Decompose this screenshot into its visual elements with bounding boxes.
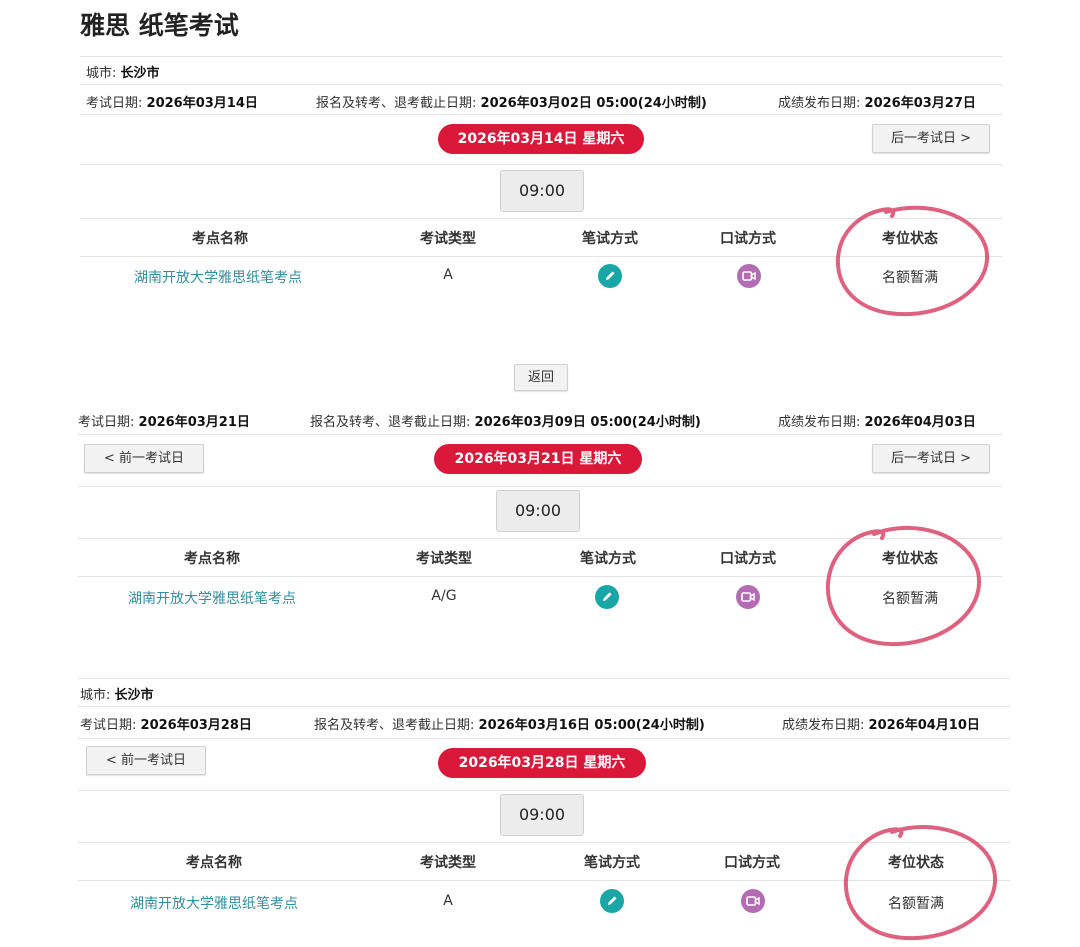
col-status-header: 考位状态 bbox=[888, 855, 944, 871]
result-date-label: 成绩发布日期: bbox=[782, 718, 865, 733]
deadline-label: 报名及转考、退考截止日期: bbox=[310, 415, 471, 430]
deadline-value: 2026年03月09日 05:00(24小时制) bbox=[474, 415, 701, 430]
back-button[interactable]: 返回 bbox=[514, 364, 568, 391]
result-date-label: 成绩发布日期: bbox=[778, 415, 861, 430]
col-venue-header: 考点名称 bbox=[192, 231, 248, 247]
deadline-value: 2026年03月16日 05:00(24小时制) bbox=[478, 718, 705, 733]
col-type-header: 考试类型 bbox=[420, 231, 476, 247]
video-camera-icon bbox=[741, 889, 765, 913]
exam-type-value: A/G bbox=[431, 588, 457, 604]
venue-link[interactable]: 湖南开放大学雅思纸笔考点 bbox=[118, 267, 318, 287]
time-slot-button[interactable]: 09:00 bbox=[500, 170, 584, 212]
venue-link[interactable]: 湖南开放大学雅思纸笔考点 bbox=[112, 588, 312, 608]
next-exam-day-button[interactable]: 后一考试日 > bbox=[872, 444, 990, 473]
exam-date-value: 2026年03月28日 bbox=[140, 718, 252, 733]
deadline-value: 2026年03月02日 05:00(24小时制) bbox=[480, 96, 707, 111]
col-written-header: 笔试方式 bbox=[580, 551, 636, 567]
page-title: 雅思 纸笔考试 bbox=[80, 11, 239, 40]
deadline-label: 报名及转考、退考截止日期: bbox=[316, 96, 477, 111]
exam-date-label: 考试日期: bbox=[80, 718, 137, 733]
result-date-info: 成绩发布日期: 2026年03月27日 bbox=[778, 92, 976, 111]
next-exam-day-button[interactable]: 后一考试日 > bbox=[872, 124, 990, 153]
city-row: 城市: 长沙市 bbox=[86, 62, 160, 81]
col-venue-header: 考点名称 bbox=[186, 855, 242, 871]
seat-status-value: 名额暂满 bbox=[882, 270, 938, 286]
deadline-info: 报名及转考、退考截止日期: 2026年03月09日 05:00(24小时制) bbox=[310, 411, 701, 430]
col-venue-header: 考点名称 bbox=[184, 551, 240, 567]
seat-status-value: 名额暂满 bbox=[888, 896, 944, 912]
col-type-header: 考试类型 bbox=[420, 855, 476, 871]
venue-link[interactable]: 湖南开放大学雅思纸笔考点 bbox=[114, 893, 314, 913]
exam-date-info: 考试日期: 2026年03月14日 bbox=[86, 92, 258, 111]
prev-exam-day-button[interactable]: < 前一考试日 bbox=[84, 444, 204, 473]
exam-date-info: 考试日期: 2026年03月21日 bbox=[78, 411, 250, 430]
col-type-header: 考试类型 bbox=[416, 551, 472, 567]
video-camera-icon bbox=[737, 264, 761, 288]
result-date-label: 成绩发布日期: bbox=[778, 96, 861, 111]
deadline-info: 报名及转考、退考截止日期: 2026年03月16日 05:00(24小时制) bbox=[314, 714, 705, 733]
col-written-header: 笔试方式 bbox=[582, 231, 638, 247]
exam-day-badge: 2026年03月28日 星期六 bbox=[438, 748, 646, 778]
city-value: 长沙市 bbox=[120, 66, 160, 81]
col-speaking-header: 口试方式 bbox=[720, 231, 776, 247]
exam-date-value: 2026年03月21日 bbox=[138, 415, 250, 430]
time-slot-button[interactable]: 09:00 bbox=[500, 794, 584, 836]
pencil-icon bbox=[598, 264, 622, 288]
deadline-info: 报名及转考、退考截止日期: 2026年03月02日 05:00(24小时制) bbox=[316, 92, 707, 111]
deadline-label: 报名及转考、退考截止日期: bbox=[314, 718, 475, 733]
circle-annotation bbox=[835, 205, 990, 317]
pencil-icon bbox=[595, 585, 619, 609]
result-date-value: 2026年04月10日 bbox=[868, 718, 980, 733]
col-written-header: 笔试方式 bbox=[584, 855, 640, 871]
exam-day-badge: 2026年03月21日 星期六 bbox=[434, 444, 642, 474]
pencil-icon bbox=[600, 889, 624, 913]
exam-date-label: 考试日期: bbox=[78, 415, 135, 430]
city-row: 城市: 长沙市 bbox=[80, 684, 154, 703]
result-date-info: 成绩发布日期: 2026年04月10日 bbox=[782, 714, 980, 733]
seat-status-value: 名额暂满 bbox=[882, 591, 938, 607]
city-label: 城市: bbox=[80, 688, 111, 703]
col-speaking-header: 口试方式 bbox=[720, 551, 776, 567]
exam-type-value: A bbox=[443, 893, 453, 909]
circle-annotation bbox=[825, 525, 982, 647]
exam-day-badge: 2026年03月14日 星期六 bbox=[438, 124, 644, 154]
result-date-info: 成绩发布日期: 2026年04月03日 bbox=[778, 411, 976, 430]
time-slot-button[interactable]: 09:00 bbox=[496, 490, 580, 532]
city-label: 城市: bbox=[86, 66, 117, 81]
exam-date-info: 考试日期: 2026年03月28日 bbox=[80, 714, 252, 733]
city-value: 长沙市 bbox=[114, 688, 154, 703]
exam-type-value: A bbox=[443, 267, 453, 283]
col-status-header: 考位状态 bbox=[882, 231, 938, 247]
prev-exam-day-button[interactable]: < 前一考试日 bbox=[86, 746, 206, 775]
col-status-header: 考位状态 bbox=[882, 551, 938, 567]
video-camera-icon bbox=[736, 585, 760, 609]
result-date-value: 2026年04月03日 bbox=[864, 415, 976, 430]
exam-date-value: 2026年03月14日 bbox=[146, 96, 258, 111]
exam-date-label: 考试日期: bbox=[86, 96, 143, 111]
result-date-value: 2026年03月27日 bbox=[864, 96, 976, 111]
col-speaking-header: 口试方式 bbox=[724, 855, 780, 871]
